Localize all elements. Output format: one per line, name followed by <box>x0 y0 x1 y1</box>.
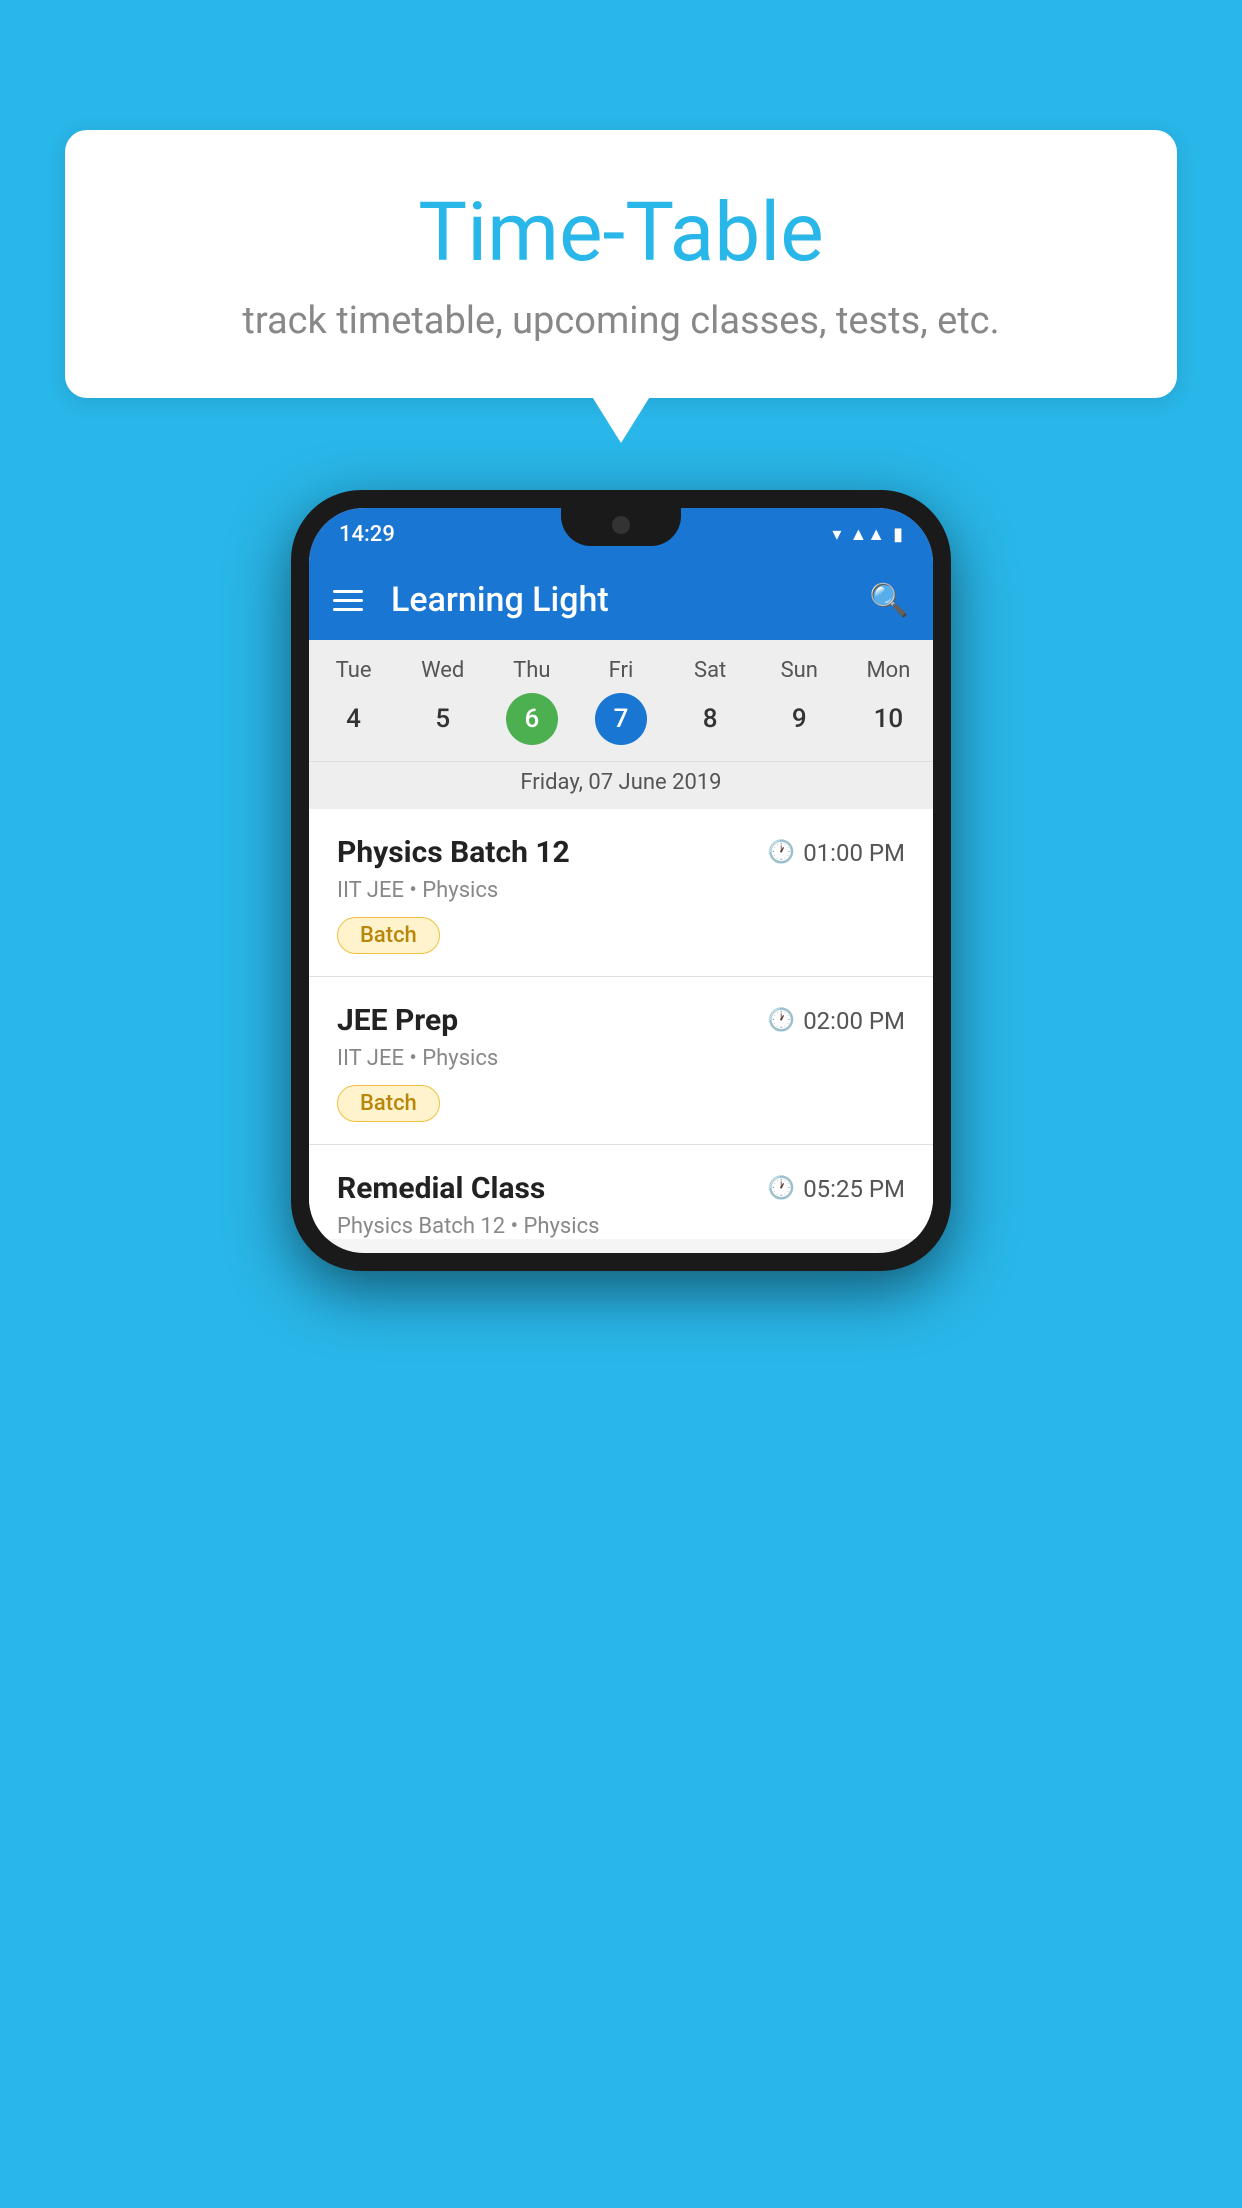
day-names-row: TueWedThuFriSatSunMon <box>309 640 933 689</box>
wifi-icon: ▾ <box>832 524 841 545</box>
schedule-item-3: Remedial Class 🕐 05:25 PM Physics Batch … <box>309 1145 933 1239</box>
day-name-sun: Sun <box>755 658 844 683</box>
phone-screen: 14:29 ▾ ▲▲ ▮ Learning Light 🔍 <box>309 508 933 1253</box>
day-number-7[interactable]: 7 <box>576 693 665 745</box>
schedule-item-subtitle-1: IIT JEE • Physics <box>337 878 905 903</box>
batch-badge-1: Batch <box>337 917 440 954</box>
battery-icon: ▮ <box>893 524 903 545</box>
bubble-subtitle: track timetable, upcoming classes, tests… <box>125 299 1117 343</box>
clock-icon-2: 🕐 <box>768 1008 795 1033</box>
day-name-fri: Fri <box>576 658 665 683</box>
schedule-item-title-2: JEE Prep <box>337 1003 458 1038</box>
status-time: 14:29 <box>339 522 395 547</box>
time-value-3: 05:25 PM <box>803 1175 905 1203</box>
day-number-9[interactable]: 9 <box>755 693 844 745</box>
signal-icon: ▲▲ <box>849 524 885 545</box>
batch-badge-2: Batch <box>337 1085 440 1122</box>
phone-camera <box>612 516 630 534</box>
day-numbers-row: 45678910 <box>309 689 933 761</box>
day-name-sat: Sat <box>666 658 755 683</box>
time-value-2: 02:00 PM <box>803 1007 905 1035</box>
bubble-title: Time-Table <box>125 185 1117 281</box>
schedule-item-time-1: 🕐 01:00 PM <box>768 839 905 867</box>
app-bar: Learning Light 🔍 <box>309 560 933 640</box>
day-number-5[interactable]: 5 <box>398 693 487 745</box>
day-number-10[interactable]: 10 <box>844 693 933 745</box>
speech-bubble-container: Time-Table track timetable, upcoming cla… <box>65 130 1177 398</box>
menu-icon[interactable] <box>333 590 363 611</box>
day-name-wed: Wed <box>398 658 487 683</box>
schedule-item-2: JEE Prep 🕐 02:00 PM IIT JEE • Physics Ba… <box>309 977 933 1145</box>
schedule-item-subtitle-3: Physics Batch 12 • Physics <box>337 1214 905 1239</box>
day-number-6[interactable]: 6 <box>487 693 576 745</box>
time-value-1: 01:00 PM <box>803 839 905 867</box>
schedule-item-subtitle-2: IIT JEE • Physics <box>337 1046 905 1071</box>
schedule-item-header-2: JEE Prep 🕐 02:00 PM <box>337 1003 905 1038</box>
status-icons: ▾ ▲▲ ▮ <box>832 524 903 545</box>
speech-bubble: Time-Table track timetable, upcoming cla… <box>65 130 1177 398</box>
day-number-8[interactable]: 8 <box>666 693 755 745</box>
schedule-item-header-3: Remedial Class 🕐 05:25 PM <box>337 1171 905 1206</box>
schedule-list: Physics Batch 12 🕐 01:00 PM IIT JEE • Ph… <box>309 809 933 1239</box>
calendar-strip: TueWedThuFriSatSunMon 45678910 Friday, 0… <box>309 640 933 809</box>
phone-mockup: 14:29 ▾ ▲▲ ▮ Learning Light 🔍 <box>291 490 951 1271</box>
day-name-mon: Mon <box>844 658 933 683</box>
app-title: Learning Light <box>391 580 849 620</box>
schedule-item-title-1: Physics Batch 12 <box>337 835 570 870</box>
phone-notch <box>561 508 681 546</box>
search-icon[interactable]: 🔍 <box>869 581 909 619</box>
schedule-item-title-3: Remedial Class <box>337 1171 545 1206</box>
schedule-item-header-1: Physics Batch 12 🕐 01:00 PM <box>337 835 905 870</box>
schedule-item-1: Physics Batch 12 🕐 01:00 PM IIT JEE • Ph… <box>309 809 933 977</box>
selected-date-label: Friday, 07 June 2019 <box>309 761 933 809</box>
phone-outer: 14:29 ▾ ▲▲ ▮ Learning Light 🔍 <box>291 490 951 1271</box>
day-number-4[interactable]: 4 <box>309 693 398 745</box>
clock-icon-3: 🕐 <box>768 1176 795 1201</box>
schedule-item-time-2: 🕐 02:00 PM <box>768 1007 905 1035</box>
clock-icon-1: 🕐 <box>768 840 795 865</box>
day-name-tue: Tue <box>309 658 398 683</box>
schedule-item-time-3: 🕐 05:25 PM <box>768 1175 905 1203</box>
day-name-thu: Thu <box>487 658 576 683</box>
